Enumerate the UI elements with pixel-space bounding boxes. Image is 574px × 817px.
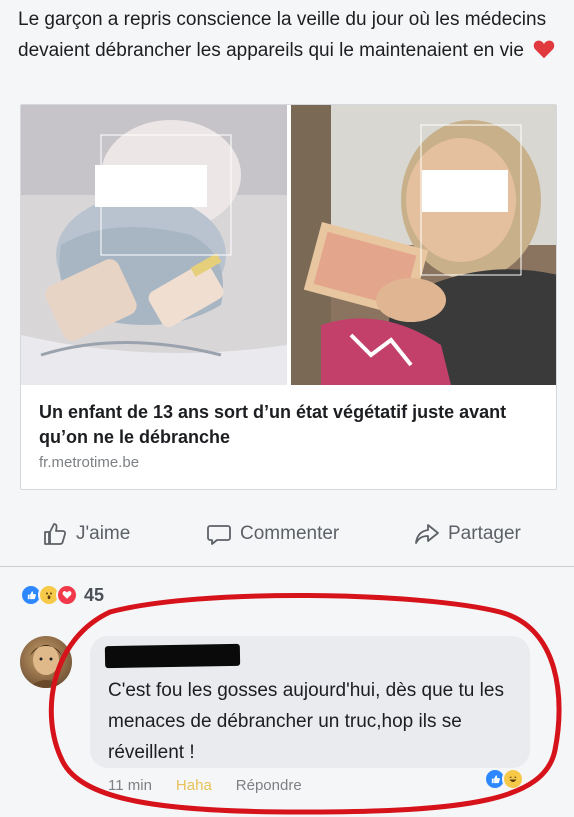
like-label: J'aime bbox=[76, 523, 131, 544]
link-title[interactable]: Un enfant de 13 ans sort d’un état végét… bbox=[39, 400, 540, 450]
comment-button[interactable]: Commenter bbox=[206, 521, 339, 547]
haha-icon bbox=[502, 768, 524, 790]
reaction-summary[interactable]: 45 bbox=[20, 584, 104, 606]
heart-icon bbox=[533, 38, 555, 59]
comment-meta: 11 min Haha Répondre bbox=[108, 777, 302, 794]
thumbs-up-icon bbox=[44, 523, 67, 545]
comment-icon bbox=[207, 525, 231, 545]
facebook-post: Le garçon a repris conscience la veille … bbox=[0, 0, 574, 817]
face-redaction bbox=[422, 170, 508, 212]
comment-time[interactable]: 11 min bbox=[108, 777, 152, 794]
face-redaction bbox=[95, 165, 207, 207]
comment-reactions[interactable] bbox=[484, 768, 524, 790]
share-label: Partager bbox=[448, 523, 521, 544]
link-info[interactable]: Un enfant de 13 ans sort d’un état végét… bbox=[21, 386, 556, 489]
link-preview-card[interactable]: Un enfant de 13 ans sort d’un état végét… bbox=[20, 104, 557, 490]
heart-icon bbox=[56, 584, 78, 606]
action-bar: J'aime Commenter Partager bbox=[0, 505, 574, 567]
share-icon bbox=[415, 524, 439, 544]
like-button[interactable]: J'aime bbox=[42, 521, 130, 547]
reaction-count: 45 bbox=[84, 584, 105, 605]
commenter-name-redaction bbox=[104, 643, 241, 669]
link-domain: fr.metrotime.be bbox=[39, 454, 140, 471]
reply-button[interactable]: Répondre bbox=[236, 777, 302, 794]
share-button[interactable]: Partager bbox=[414, 521, 521, 547]
comment-text: C'est fou les gosses aujourd'hui, dès qu… bbox=[108, 680, 504, 763]
boy-reading-photo bbox=[291, 105, 556, 385]
avatar[interactable] bbox=[20, 636, 72, 688]
comment-label: Commenter bbox=[240, 523, 340, 544]
hospital-photo bbox=[21, 105, 287, 385]
post-text: Le garçon a repris conscience la veille … bbox=[18, 4, 558, 66]
post-message: Le garçon a repris conscience la veille … bbox=[18, 9, 547, 61]
haha-button[interactable]: Haha bbox=[176, 777, 212, 794]
